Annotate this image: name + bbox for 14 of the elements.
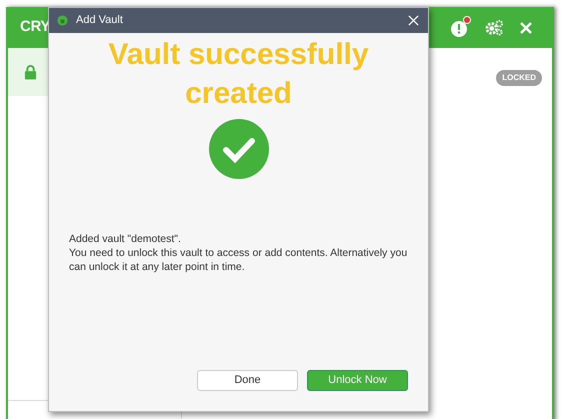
close-icon[interactable] — [520, 22, 532, 34]
check-icon — [208, 119, 268, 179]
settings-icon[interactable] — [485, 19, 504, 36]
message-text: Added vault "demotest". — [69, 232, 182, 246]
success-heading: Vault successfully created — [107, 37, 370, 112]
lock-icon — [24, 64, 37, 80]
vault-icon — [57, 15, 68, 26]
app-title: CRY — [20, 17, 50, 38]
close-button[interactable] — [408, 14, 420, 26]
dialog-title: Add Vault — [76, 13, 123, 28]
done-button[interactable]: Done — [197, 370, 298, 391]
alert-icon[interactable] — [451, 18, 469, 36]
status-badge: LOCKED — [496, 70, 542, 86]
message-text: You need to unlock this vault to access or add contents. Alternatively you can unlock it at any later point in time. — [69, 246, 408, 274]
